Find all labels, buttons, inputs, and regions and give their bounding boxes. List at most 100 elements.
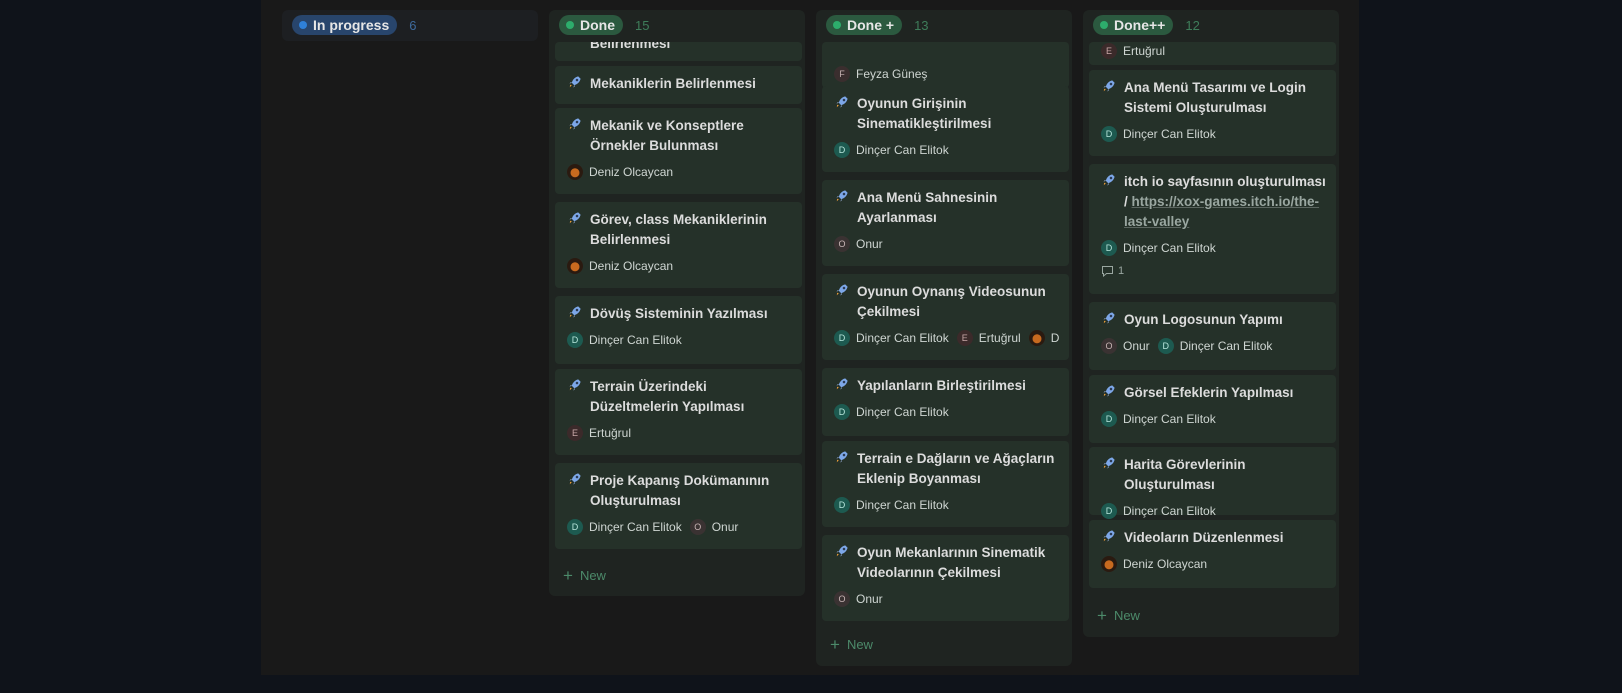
- assignee[interactable]: O Onur: [1101, 338, 1150, 354]
- rocket-icon: [567, 74, 587, 94]
- rocket-icon: [567, 471, 587, 491]
- kanban-card[interactable]: Oyun Mekanlarının Sinematik Videolarının…: [822, 535, 1069, 621]
- column-in-progress-header-bg: In progress 6: [282, 10, 538, 41]
- card-link[interactable]: https://xox-games.itch.io/the-last-valle…: [1124, 194, 1319, 229]
- assignee[interactable]: D Dinçer Can Elitok: [834, 404, 949, 420]
- rocket-icon: [1101, 528, 1121, 548]
- status-pill[interactable]: Done +: [826, 15, 903, 35]
- card-assignees: Deniz Olcaycan: [1101, 556, 1326, 572]
- assignee[interactable]: O Onur: [834, 236, 883, 252]
- kanban-card[interactable]: Mekanik ve Konseptlere Örnekler Bulunmas…: [555, 108, 802, 194]
- assignee[interactable]: E Ertuğrul: [1101, 43, 1165, 59]
- assignee[interactable]: D Dinçer Can Elitok: [834, 330, 949, 346]
- card-title: Mekaniklerin Belirlenmesi: [567, 74, 792, 94]
- kanban-card[interactable]: Harita Görevlerinin Oluşturulması D Dinçer…: [1089, 447, 1336, 519]
- card-title-text: Harita Görevlerinin Oluşturulması: [1124, 457, 1246, 492]
- card-title-text: Görsel Efeklerin Yapılması: [1124, 385, 1294, 400]
- rocket-icon: [834, 282, 854, 302]
- new-card-button[interactable]: + New: [830, 636, 873, 653]
- rocket-icon: [834, 376, 854, 396]
- kanban-card[interactable]: Ana Menü Sahnesinin Ayarlanması O Onur: [822, 180, 1069, 266]
- card-title: Görsel Efeklerin Yapılması: [1101, 383, 1326, 403]
- new-card-button[interactable]: + New: [1097, 607, 1140, 624]
- kanban-card[interactable]: Oyunun Oynanış Videosunun Çekilmesi D Dinç…: [822, 274, 1069, 360]
- column-in-progress: In progress 6: [282, 10, 538, 41]
- card-assignees: Deniz Olcaycan: [567, 258, 792, 274]
- card-assignees: D Dinçer Can Elitok O Onur: [567, 519, 792, 535]
- card-assignees: E Ertuğrul: [1101, 43, 1326, 59]
- rocket-icon: [834, 188, 854, 208]
- kanban-card[interactable]: Dövüş Sisteminin Yazılması D Dinçer Can El…: [555, 296, 802, 364]
- avatar: [1101, 556, 1117, 572]
- kanban-card[interactable]: Oyun Logosunun Yapımı O Onur D Dinçer Can El…: [1089, 302, 1336, 370]
- assignee-name: Dinçer Can Elitok: [1123, 241, 1216, 255]
- avatar: [567, 258, 583, 274]
- card-title-text: Yapılanların Birleştirilmesi: [857, 378, 1026, 393]
- assignee[interactable]: Deniz Olcaycan: [1101, 556, 1207, 572]
- card-assignees: D Dinçer Can Elitok: [1101, 411, 1326, 427]
- avatar: E: [567, 425, 583, 441]
- assignee[interactable]: Deniz Olcaycan: [567, 258, 673, 274]
- assignee[interactable]: D Dinçer Can Elitok: [567, 332, 682, 348]
- comment-count[interactable]: 1: [1101, 265, 1326, 277]
- kanban-card[interactable]: Yapılanların Birleştirilmesi D Dinçer Can …: [822, 368, 1069, 436]
- card-title: itch io sayfasının oluşturulması / https…: [1101, 172, 1326, 232]
- comment-icon: [1102, 266, 1113, 277]
- card-assignees: D Dinçer Can Elitok: [1101, 503, 1326, 519]
- kanban-card[interactable]: Videoların Düzenlenmesi Deniz Olcaycan: [1089, 520, 1336, 588]
- kanban-card[interactable]: Görev, class Mekaniklerinin Belirlenmesi…: [555, 202, 802, 288]
- assignee-name: Dinçer Can Elitok: [1179, 339, 1273, 353]
- assignee[interactable]: Deniz C: [1028, 330, 1059, 346]
- kanban-card[interactable]: F Feyza Güneş: [822, 42, 1069, 88]
- column-header[interactable]: Done + 13: [822, 10, 1066, 40]
- avatar: O: [689, 519, 706, 535]
- kanban-card[interactable]: Terrain e Dağların ve Ağaçların Eklenip …: [822, 441, 1069, 527]
- kanban-card[interactable]: Terrain Üzerindeki Düzeltmelerin Yapılma…: [555, 369, 802, 455]
- assignee[interactable]: D Dinçer Can Elitok: [1157, 338, 1273, 354]
- avatar: D: [1101, 411, 1117, 427]
- kanban-card[interactable]: itch io sayfasının oluşturulması / https…: [1089, 164, 1336, 294]
- assignee[interactable]: D Dinçer Can Elitok: [1101, 411, 1216, 427]
- assignee[interactable]: D Dinçer Can Elitok: [834, 497, 949, 513]
- assignee[interactable]: Deniz Olcaycan: [567, 164, 673, 180]
- assignee[interactable]: O Onur: [834, 591, 883, 607]
- status-label: Done++: [1114, 17, 1166, 33]
- card-assignees: D Dinçer Can Elitok: [834, 142, 1059, 158]
- status-pill[interactable]: In progress: [292, 15, 398, 35]
- rocket-icon: [834, 94, 854, 114]
- avatar: D: [1101, 240, 1117, 256]
- card-title: Videoların Düzenlenmesi: [1101, 528, 1326, 548]
- kanban-card[interactable]: Görsel Efeklerin Yapılması D Dinçer Can El…: [1089, 375, 1336, 443]
- kanban-card[interactable]: Ana Menü Tasarımı ve Login Sistemi Oluşt…: [1089, 70, 1336, 156]
- card-assignees: E Ertuğrul: [567, 425, 792, 441]
- assignee[interactable]: D Dinçer Can Elitok: [1101, 503, 1216, 519]
- assignee[interactable]: D Dinçer Can Elitok: [1101, 126, 1216, 142]
- column-header[interactable]: In progress 6: [288, 10, 532, 40]
- assignee[interactable]: E Ertuğrul: [567, 425, 631, 441]
- column-header[interactable]: Done++ 12: [1089, 10, 1333, 40]
- status-pill[interactable]: Done++: [1093, 15, 1174, 35]
- status-pill[interactable]: Done: [559, 15, 623, 35]
- card-title: Proje Kapanış Dokümanının Oluşturulması: [567, 471, 792, 511]
- column-done-plus-plus: Done++ 12 E Ertuğrul Ana Menü Tasarımı ve …: [1083, 10, 1339, 637]
- rocket-icon: [834, 449, 854, 469]
- assignee[interactable]: D Dinçer Can Elitok: [567, 519, 682, 535]
- card-count: 15: [635, 17, 650, 33]
- kanban-card[interactable]: Proje Kapanış Dokümanının Oluşturulması D…: [555, 463, 802, 549]
- kanban-card[interactable]: E Ertuğrul: [1089, 42, 1336, 65]
- new-card-button[interactable]: + New: [563, 567, 606, 584]
- card-title-text: Oyunun Girişinin Sinematikleştirilmesi: [857, 96, 992, 131]
- kanban-card[interactable]: Mekaniklerin Belirlenmesi: [555, 66, 802, 104]
- status-dot-icon: [1100, 21, 1108, 29]
- assignee[interactable]: F Feyza Güneş: [834, 66, 927, 82]
- assignee[interactable]: D Dinçer Can Elitok: [834, 142, 949, 158]
- assignee[interactable]: O Onur: [689, 519, 738, 535]
- assignee[interactable]: E Ertuğrul: [956, 330, 1021, 346]
- new-card-label: New: [846, 637, 873, 652]
- kanban-card[interactable]: Belirlenmesi: [555, 42, 802, 61]
- assignee-name: Onur: [856, 592, 883, 606]
- card-title-text: Oyunun Oynanış Videosunun Çekilmesi: [857, 284, 1046, 319]
- column-header[interactable]: Done 15: [555, 10, 799, 40]
- kanban-card[interactable]: Oyunun Girişinin Sinematikleştirilmesi D D…: [822, 86, 1069, 172]
- assignee[interactable]: D Dinçer Can Elitok: [1101, 240, 1216, 256]
